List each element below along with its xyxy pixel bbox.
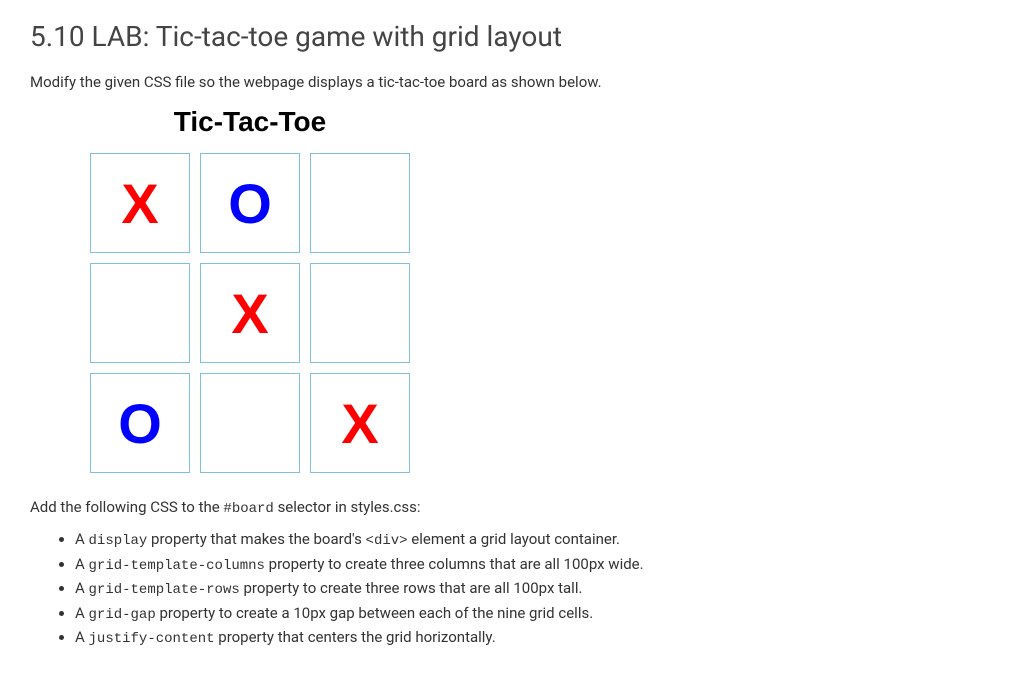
bullet-pre: A bbox=[75, 628, 89, 646]
board-cell bbox=[90, 263, 190, 363]
instruction-suffix: selector in styles.css: bbox=[274, 498, 421, 516]
board-cell: X bbox=[90, 153, 190, 253]
bullet-pre: A bbox=[75, 530, 89, 548]
bullet-list: A display property that makes the board'… bbox=[30, 529, 997, 650]
bullet-pre: A bbox=[75, 579, 89, 597]
board-cell: O bbox=[200, 153, 300, 253]
intro-text: Modify the given CSS file so the webpage… bbox=[30, 73, 997, 91]
bullet-item: A display property that makes the board'… bbox=[75, 529, 997, 552]
bullet-code: grid-template-columns bbox=[89, 558, 265, 574]
bullet-pre: A bbox=[75, 604, 89, 622]
instruction-text: Add the following CSS to the #board sele… bbox=[30, 498, 997, 517]
tic-tac-toe-figure: Tic-Tac-Toe X O X O X bbox=[80, 106, 420, 473]
bullet-post: property to create three rows that are a… bbox=[240, 579, 583, 597]
board-cell: X bbox=[200, 263, 300, 363]
bullet-code: grid-template-rows bbox=[89, 582, 240, 598]
bullet-code: justify-content bbox=[89, 631, 215, 647]
bullet-mid: property that makes the board's bbox=[147, 530, 365, 548]
bullet-code2: <div> bbox=[366, 533, 408, 549]
bullet-post: element a grid layout container. bbox=[408, 530, 620, 548]
bullet-item: A grid-template-rows property to create … bbox=[75, 578, 997, 601]
bullet-code: display bbox=[89, 533, 148, 549]
game-title: Tic-Tac-Toe bbox=[80, 106, 420, 138]
game-board: X O X O X bbox=[80, 153, 420, 473]
instruction-code: #board bbox=[223, 501, 273, 517]
page-title: 5.10 LAB: Tic-tac-toe game with grid lay… bbox=[30, 20, 997, 53]
bullet-pre: A bbox=[75, 555, 89, 573]
bullet-post: property to create a 10px gap between ea… bbox=[156, 604, 593, 622]
bullet-item: A justify-content property that centers … bbox=[75, 627, 997, 650]
bullet-post: property that centers the grid horizonta… bbox=[215, 628, 496, 646]
board-cell: O bbox=[90, 373, 190, 473]
bullet-item: A grid-gap property to create a 10px gap… bbox=[75, 603, 997, 626]
bullet-item: A grid-template-columns property to crea… bbox=[75, 554, 997, 577]
board-cell: X bbox=[310, 373, 410, 473]
board-cell bbox=[200, 373, 300, 473]
bullet-post: property to create three columns that ar… bbox=[265, 555, 644, 573]
bullet-code: grid-gap bbox=[89, 607, 156, 623]
board-cell bbox=[310, 153, 410, 253]
instruction-prefix: Add the following CSS to the bbox=[30, 498, 223, 516]
board-cell bbox=[310, 263, 410, 363]
